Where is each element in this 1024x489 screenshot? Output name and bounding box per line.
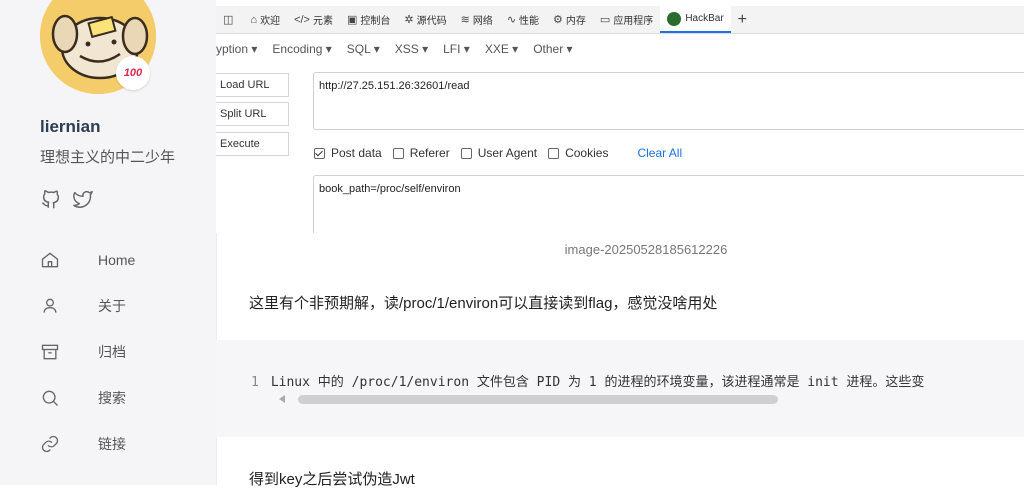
line-number: 1 [251,375,259,390]
nav-label-links: 链接 [98,436,126,452]
menu-other[interactable]: Other ▾ [533,42,572,56]
search-icon [40,388,60,408]
performance-icon: ∿ [506,14,517,26]
post-data-checkbox[interactable]: Post data [314,146,382,160]
cookies-checkbox[interactable]: Cookies [548,146,608,160]
sidebar: 100 liernian 理想主义的中二少年 Home 关于 归档 搜索 链接 [0,0,217,485]
wifi-icon: ≋ [460,14,470,26]
hackbar-menu: yption ▾ Encoding ▾ SQL ▾ XSS ▾ LFI ▾ XX… [216,34,588,64]
article-content: ◫ ⌂ 欢迎 </> 元素 ▣ 控制台 ✲ 源代码 ≋ 网络 ∿ 性能 ⚙ 内存 ▭ 应用程序 … [216,0,1024,488]
tab-memory[interactable]: ⚙ 内存 [546,6,593,33]
article-image: ◫ ⌂ 欢迎 </> 元素 ▣ 控制台 ✲ 源代码 ≋ 网络 ∿ 性能 ⚙ 内存 ▭ 应用程序 … [216,0,1024,233]
options-row: Post data Referer User Agent Cookies Cle… [314,146,682,160]
scroll-left-arrow-icon[interactable] [279,395,285,403]
link-icon [40,434,60,454]
nav-label-about: 关于 [98,298,126,314]
device-toggle-icon[interactable]: ◫ [216,6,243,33]
tab-performance[interactable]: ∿ 性能 [500,6,546,33]
nav-item-archive[interactable]: 归档 [40,329,200,375]
avatar[interactable]: 100 [40,0,156,94]
paragraph: 这里有个非预期解，读/proc/1/environ可以直接读到flag，感觉没啥… [249,295,718,312]
menu-sql[interactable]: SQL ▾ [347,42,380,56]
nav-label-search: 搜索 [98,390,126,406]
console-icon: ▣ [346,14,358,26]
tab-welcome[interactable]: ⌂ 欢迎 [243,6,287,33]
avatar-badge: 100 [116,56,150,90]
execute-button[interactable]: Execute [216,132,289,156]
menu-xxe[interactable]: XXE ▾ [485,42,518,56]
tab-console[interactable]: ▣ 控制台 [340,6,397,33]
tab-sources[interactable]: ✲ 源代码 [397,6,453,33]
archive-icon [40,342,60,362]
nav-label-home: Home [98,252,136,268]
memory-icon: ⚙ [553,14,563,26]
code-text: Linux 中的 /proc/1/environ 文件包含 PID 为 1 的进… [270,375,925,390]
scrollbar-thumb[interactable] [298,395,778,404]
split-url-button[interactable]: Split URL [216,102,289,126]
github-icon[interactable] [40,188,62,210]
load-url-button[interactable]: Load URL [216,73,289,97]
twitter-icon[interactable] [72,188,94,210]
menu-xss[interactable]: XSS ▾ [395,42,428,56]
tab-elements[interactable]: </> 元素 [287,6,340,33]
horizontal-scrollbar[interactable] [279,395,781,404]
home-icon: ⌂ [250,13,258,26]
social-links [40,188,94,210]
tab-application[interactable]: ▭ 应用程序 [593,6,660,33]
user-icon [40,296,60,316]
menu-encoding[interactable]: Encoding ▾ [272,42,331,56]
menu-encryption[interactable]: yption ▾ [216,42,257,56]
tab-network[interactable]: ≋ 网络 [454,6,500,33]
nav-item-home[interactable]: Home [40,237,200,283]
author-bio: 理想主义的中二少年 [40,149,176,166]
clear-all-link[interactable]: Clear All [637,146,682,160]
author-name: liernian [40,117,101,136]
devtools-tabbar: ◫ ⌂ 欢迎 </> 元素 ▣ 控制台 ✲ 源代码 ≋ 网络 ∿ 性能 ⚙ 内存 ▭ 应用程序 … [216,6,1024,34]
tab-hackbar[interactable]: HackBar [660,6,731,33]
url-input[interactable]: http://27.25.151.26:32601/read [313,72,1024,130]
add-tab-button[interactable]: + [731,6,754,33]
nav-item-search[interactable]: 搜索 [40,375,200,421]
menu-lfi[interactable]: LFI ▾ [443,42,470,56]
code-block: 1 Linux 中的 /proc/1/environ 文件包含 PID 为 1 的… [216,340,1024,437]
application-icon: ▭ [599,14,611,26]
code-icon: </> [294,13,310,26]
nav-label-archive: 归档 [98,344,126,360]
post-data-input[interactable]: book_path=/proc/self/environ [313,175,1024,233]
nav-item-links[interactable]: 链接 [40,421,200,467]
paragraph: 得到key之后尝试伪造Jwt [249,471,415,488]
sidebar-nav: Home 关于 归档 搜索 链接 [40,237,200,467]
code-line: 1 Linux 中的 /proc/1/environ 文件包含 PID 为 1 的… [251,371,924,390]
image-caption: image-20250528185612226 [564,242,728,257]
hackbar-logo-icon [667,11,682,26]
bug-icon: ✲ [404,14,414,26]
user-agent-checkbox[interactable]: User Agent [460,146,537,160]
nav-item-about[interactable]: 关于 [40,283,200,329]
home-icon [40,250,60,270]
referer-checkbox[interactable]: Referer [392,146,450,160]
